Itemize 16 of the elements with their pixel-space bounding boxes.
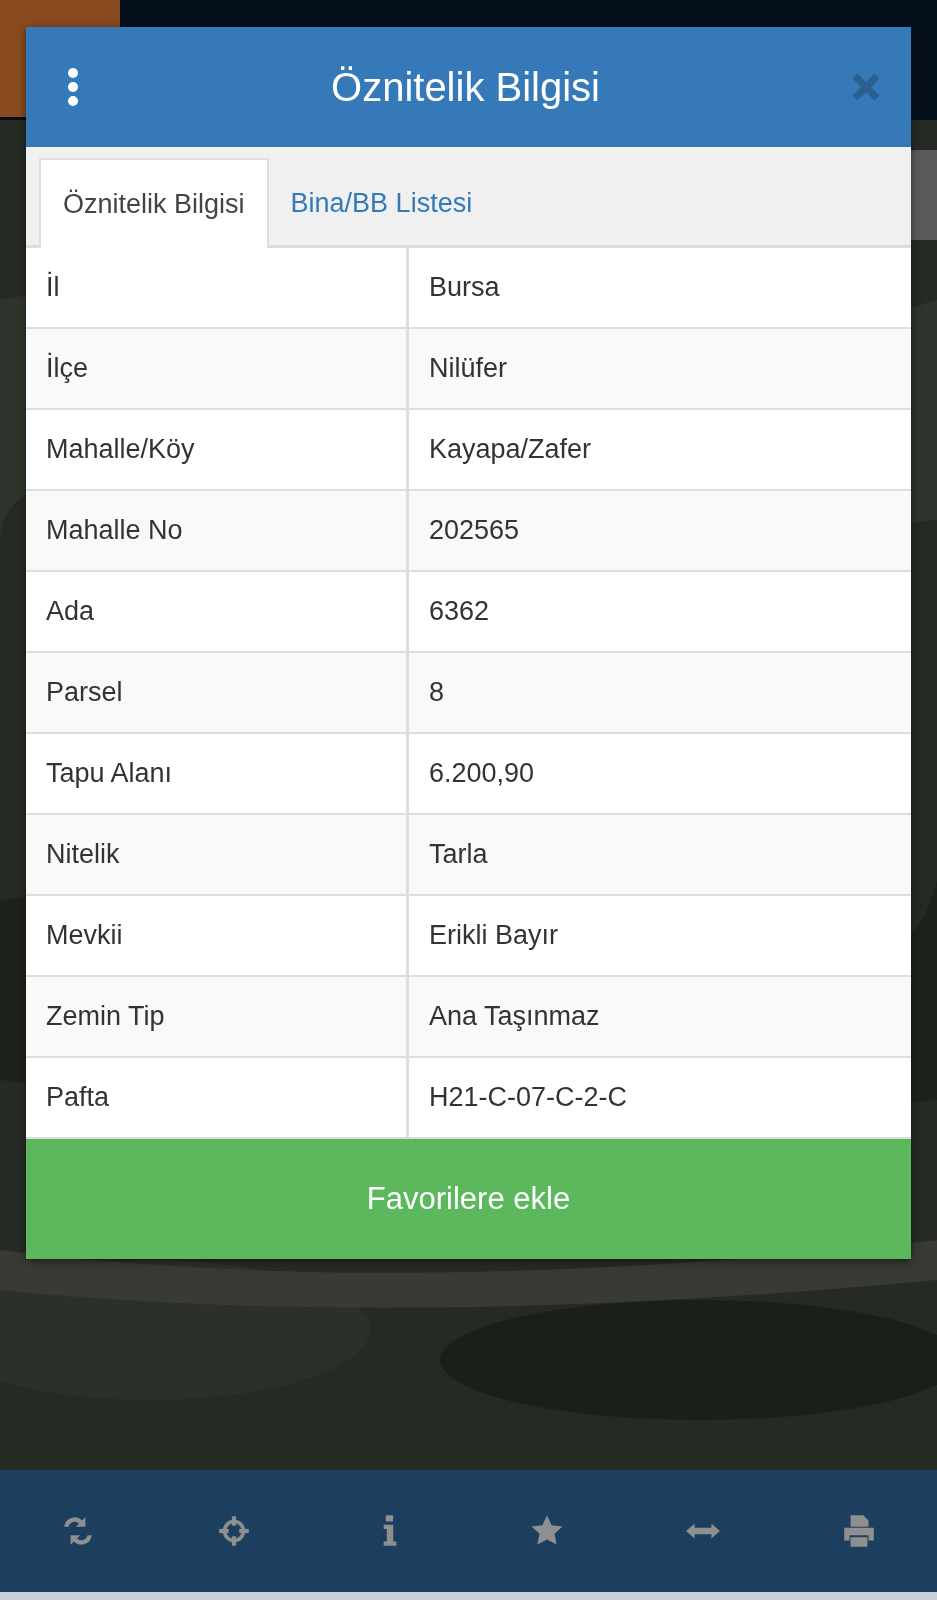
attribute-value: Ana Taşınmaz	[428, 1000, 601, 1033]
attribute-value: 6362	[428, 595, 491, 628]
dialog-title: Öznitelik Bilgisi	[330, 64, 601, 110]
attribute-value: Bursa	[428, 271, 501, 304]
attribute-value: Erikli Bayır	[428, 919, 559, 952]
attribute-value: 8	[428, 676, 446, 709]
add-favorites-button[interactable]: Favorilere ekle	[26, 1139, 911, 1259]
attribute-value: 202565	[428, 514, 521, 547]
attribute-value: H21-C-07-C-2-C	[428, 1081, 629, 1114]
attribute-value: Kayapa/Zafer	[428, 433, 593, 466]
attribute-value: Nilüfer	[428, 352, 509, 385]
attribute-value: Tarla	[428, 838, 489, 871]
tab[interactable]: Öznitelik Bilgisi	[39, 158, 269, 248]
tab[interactable]: Bina/BB Listesi	[268, 158, 495, 248]
attribute-value: 6.200,90	[428, 757, 536, 790]
menu-icon[interactable]	[66, 67, 80, 107]
